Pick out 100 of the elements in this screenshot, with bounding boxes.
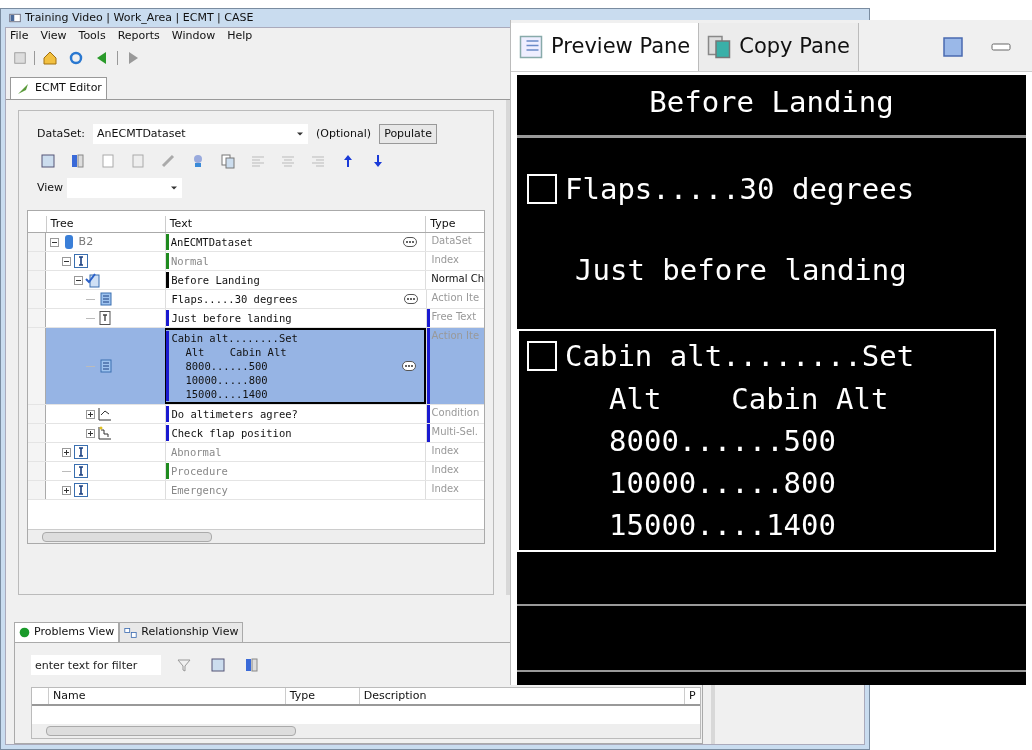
- copy-icon: [707, 35, 732, 59]
- row-type: Index: [431, 444, 459, 458]
- horizontal-scrollbar[interactable]: [32, 724, 700, 738]
- row-header[interactable]: [28, 443, 46, 461]
- populate-button[interactable]: Populate: [379, 124, 437, 144]
- view-tab[interactable]: Problems View: [14, 622, 120, 642]
- diagram-icon: [124, 626, 138, 639]
- row-header[interactable]: [28, 424, 46, 442]
- caret-icon: [170, 184, 179, 192]
- row-type: Index: [431, 482, 459, 496]
- column-header[interactable]: Type: [425, 215, 484, 232]
- column-header[interactable]: Description: [358, 687, 685, 705]
- row-text: Normal: [170, 254, 210, 268]
- menu-item[interactable]: Reports: [117, 27, 160, 45]
- expand-toggle[interactable]: [85, 428, 95, 438]
- checkbox[interactable]: [527, 341, 557, 372]
- column-header[interactable]: P: [684, 687, 700, 705]
- menu-item[interactable]: File: [10, 27, 29, 45]
- checklist-icon: [84, 272, 101, 288]
- filter-field[interactable]: enter text for filter: [31, 655, 161, 675]
- row-type: Action Ite: [431, 329, 480, 343]
- row-type: Index: [431, 463, 459, 477]
- tree-row[interactable]: Abnormal Index: [28, 443, 484, 462]
- row-header[interactable]: [28, 481, 46, 499]
- horizontal-scrollbar[interactable]: [28, 529, 484, 543]
- tree-row[interactable]: Normal Index: [28, 252, 484, 271]
- row-header[interactable]: [28, 405, 46, 423]
- refresh-icon: [68, 50, 84, 66]
- dataset-dropdown[interactable]: AnECMTDataset: [93, 124, 309, 144]
- row-text: Just before landing: [171, 311, 293, 325]
- csv-icon: [40, 153, 56, 169]
- align-center-icon: [280, 153, 296, 169]
- pane-tab[interactable]: Copy Pane: [699, 23, 859, 71]
- align-left-icon: [250, 153, 266, 169]
- view-tab[interactable]: Relationship View: [119, 622, 244, 642]
- optional-label: (Optional): [316, 125, 372, 142]
- item-line: 8000......500: [608, 423, 837, 460]
- tree-row[interactable]: Check flap position Multi-Sel.: [28, 424, 484, 443]
- menu-item[interactable]: Help: [227, 27, 253, 45]
- index-icon: [72, 253, 89, 269]
- row-header[interactable]: [28, 462, 46, 480]
- row-type: Index: [431, 253, 459, 267]
- column-header[interactable]: Text: [164, 215, 426, 232]
- row-text: Abnormal: [170, 445, 223, 459]
- menu-item[interactable]: View: [40, 27, 67, 45]
- plus-icon: [86, 410, 94, 418]
- row-text: Cabin alt........Set: [171, 331, 299, 345]
- copy-icon: [220, 153, 236, 169]
- column-header[interactable]: Type: [284, 687, 359, 705]
- row-text: AnECMTDataset: [170, 235, 254, 249]
- plus-icon: [62, 486, 70, 494]
- tree-row[interactable]: Flaps.....30 degrees Action Ite: [28, 290, 484, 309]
- menu-item[interactable]: Window: [171, 27, 216, 45]
- more-button[interactable]: [403, 237, 418, 247]
- row-type: Multi-Sel.: [431, 425, 479, 439]
- item-line: 15000....1400: [608, 507, 837, 544]
- app-icon: [9, 12, 21, 24]
- tree-row[interactable]: Before Landing Normal Ch: [28, 271, 484, 290]
- collapse-toggle[interactable]: [61, 256, 71, 266]
- floppy-icon: [13, 51, 27, 65]
- item-line: 10000.....800: [608, 465, 837, 502]
- expand-toggle[interactable]: [85, 409, 95, 419]
- more-button[interactable]: [403, 294, 418, 304]
- row-type: Action Ite: [431, 291, 480, 305]
- columns-icon: [70, 153, 86, 169]
- item-line: Alt Cabin Alt: [608, 381, 890, 418]
- checkbox[interactable]: [527, 174, 557, 205]
- editor-tab[interactable]: ECMT Editor: [10, 77, 107, 99]
- menu-item[interactable]: Tools: [78, 27, 106, 45]
- document-icon: [519, 35, 543, 59]
- expand-toggle[interactable]: [61, 447, 71, 457]
- preview-item[interactable]: Flaps.....30 degrees: [517, 161, 996, 217]
- more-button[interactable]: [401, 361, 416, 371]
- row-header[interactable]: [28, 271, 46, 289]
- pane-tab[interactable]: Preview Pane: [511, 23, 700, 71]
- funnel-icon: [176, 657, 192, 673]
- row-header[interactable]: [28, 328, 46, 404]
- row-text-line: 8000......500: [184, 359, 269, 373]
- dataset-label: DataSet:: [37, 125, 86, 142]
- plus-icon: [62, 448, 70, 456]
- column-header[interactable]: Name: [48, 687, 285, 705]
- row-text-line: Alt Cabin Alt: [184, 345, 288, 359]
- collapse-toggle[interactable]: [73, 275, 83, 285]
- align-right-icon: [310, 153, 326, 169]
- columns-icon: [244, 657, 260, 673]
- tree-row[interactable]: Cabin alt........Set Alt Cabin Alt 8000......500 10000.....800 15000....1400 Action Ite: [28, 328, 484, 405]
- tree-row[interactable]: Procedure Index: [28, 462, 484, 481]
- tree-row[interactable]: B2 AnECMTDataset DataSet: [28, 233, 484, 252]
- column-header[interactable]: Tree: [45, 215, 165, 232]
- row-header[interactable]: [28, 309, 46, 327]
- row-header[interactable]: [28, 252, 46, 270]
- expand-toggle[interactable]: [61, 485, 71, 495]
- caret-icon: [296, 130, 305, 138]
- tree-row[interactable]: Emergency Index: [28, 481, 484, 500]
- row-text: Emergency: [170, 483, 229, 497]
- collapse-toggle[interactable]: [49, 237, 59, 247]
- tree-label: B2: [78, 233, 94, 250]
- tree-row[interactable]: Do altimeters agree? Condition: [28, 405, 484, 424]
- preview-item[interactable]: Cabin alt........Set Alt Cabin Alt 8000......500 10000.....800 15000....1400: [517, 328, 996, 552]
- row-header[interactable]: [28, 290, 46, 308]
